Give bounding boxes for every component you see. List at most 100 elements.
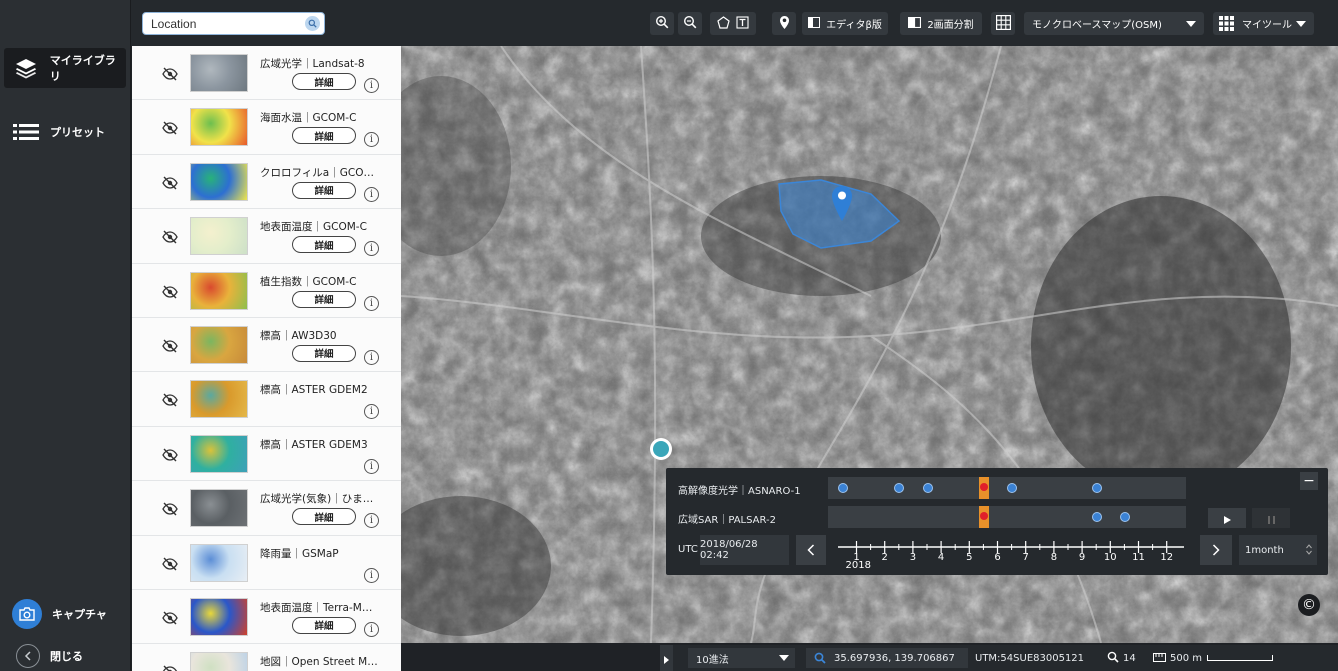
datetime-display[interactable]: 2018/06/28 02:42 <box>700 535 789 565</box>
observation-dot[interactable] <box>922 483 933 493</box>
my-tools-label: マイツール <box>1242 20 1292 31</box>
layer-item[interactable]: 広域光学｜Landsat-8 詳細 i <box>132 46 401 101</box>
eye-off-icon[interactable] <box>162 664 178 671</box>
selected-observation-dot <box>980 512 988 520</box>
detail-button[interactable]: 詳細 <box>292 73 356 90</box>
layer-item[interactable]: クロロフィルa｜GCOM-C 詳細 i <box>132 154 401 210</box>
grid-button[interactable] <box>991 12 1015 35</box>
detail-button[interactable]: 詳細 <box>292 181 356 199</box>
layer-item[interactable]: 地表面温度｜GCOM-C 詳細 i <box>132 209 401 264</box>
split-view-button[interactable]: 2画面分割 <box>900 12 982 35</box>
info-icon[interactable]: i <box>364 78 379 93</box>
capture-button[interactable]: キャプチャ <box>4 594 126 634</box>
layer-thumbnail <box>190 434 248 473</box>
eye-off-icon[interactable] <box>162 610 178 625</box>
scale-value: 500 m <box>1170 653 1203 664</box>
layer-item[interactable]: 広域光学(気象)｜ひまわり8号詳細 i <box>132 481 401 536</box>
month-tick-label: 10 <box>1104 552 1117 563</box>
layer-item[interactable]: 植生指数｜GCOM-C 詳細 i <box>132 263 401 318</box>
observation-dot[interactable] <box>1091 512 1102 522</box>
search-input[interactable] <box>143 13 293 35</box>
zoom-level-value: 14 <box>1123 653 1136 664</box>
timeline-prev-button[interactable] <box>796 535 826 565</box>
eye-off-icon[interactable] <box>162 284 178 299</box>
info-icon[interactable]: i <box>364 295 379 311</box>
copyright-icon[interactable]: © <box>1298 594 1320 616</box>
month-tick-label: 2 <box>882 552 888 563</box>
info-icon[interactable]: i <box>364 349 379 365</box>
info-icon[interactable]: i <box>364 186 379 202</box>
collapse-timeline-button[interactable]: − <box>1300 472 1318 490</box>
detail-button[interactable]: 詳細 <box>292 344 356 362</box>
layer-name: 植生指数｜GCOM-C <box>260 275 357 288</box>
detail-button[interactable]: 詳細 <box>292 290 356 308</box>
observation-dot[interactable] <box>1120 512 1130 522</box>
layer-item[interactable]: 標高｜ASTER GDEM3 i <box>132 426 401 482</box>
layer-item[interactable]: 標高｜AW3D30 詳細 i <box>132 317 401 373</box>
layer-thumbnail <box>190 162 248 201</box>
detail-button[interactable]: 詳細 <box>292 127 356 145</box>
detail-button[interactable]: 詳細 <box>292 236 356 254</box>
info-icon[interactable]: i <box>364 458 379 474</box>
zoom-out-button[interactable] <box>678 12 702 35</box>
detail-button[interactable]: 詳細 <box>292 508 356 526</box>
observation-dot[interactable] <box>1091 483 1102 493</box>
layer-name: 広域光学(気象)｜ひまわり8号 <box>260 493 378 506</box>
search-icon[interactable] <box>305 16 320 31</box>
layer-item[interactable]: 降雨量｜GSMaP i <box>132 535 401 590</box>
marker-button[interactable] <box>772 12 796 35</box>
layer-item[interactable]: 海面水温｜GCOM-C 詳細 i <box>132 100 401 155</box>
current-location-marker[interactable] <box>650 438 672 460</box>
observation-dot[interactable] <box>894 483 905 493</box>
layer-item[interactable]: 地表面温度｜Terra-MODIS 詳細 i <box>132 589 401 645</box>
selected-date-marker[interactable] <box>979 477 989 499</box>
zoom-in-button[interactable] <box>650 12 674 35</box>
selected-date-marker[interactable] <box>979 506 989 528</box>
coordinate-format-select[interactable]: 10進法 <box>688 648 795 668</box>
chevron-down-icon <box>1186 21 1196 27</box>
timeline-track[interactable] <box>828 506 1186 528</box>
play-button[interactable] <box>1208 508 1246 528</box>
eye-off-icon[interactable] <box>162 556 178 571</box>
side-expand-tab[interactable] <box>660 645 673 671</box>
layer-name: 標高｜AW3D30 <box>260 329 337 342</box>
coordinate-search-box[interactable]: 35.697936, 139.706867 <box>806 648 968 668</box>
timeline-axis[interactable]: 1 2 3 4 5 6 7 8 9 10 11 122018 <box>830 536 1190 574</box>
sidebar-item-preset[interactable]: プリセット <box>4 112 126 152</box>
observation-dot[interactable] <box>838 483 848 493</box>
timeline-track[interactable] <box>828 477 1186 499</box>
map-pin-icon[interactable] <box>831 185 853 223</box>
eye-off-icon[interactable] <box>162 501 178 516</box>
eye-off-icon[interactable] <box>162 120 178 135</box>
layer-thumbnail <box>190 325 248 364</box>
layer-item[interactable]: 地図｜Open Street Mapi <box>132 644 401 671</box>
info-icon[interactable]: i <box>364 404 379 420</box>
eye-off-icon[interactable] <box>162 447 178 462</box>
month-tick-label: 4 <box>938 552 944 563</box>
info-icon[interactable]: i <box>364 132 379 148</box>
info-icon[interactable]: i <box>364 567 379 583</box>
pause-button[interactable] <box>1252 508 1290 528</box>
eye-off-icon[interactable] <box>162 392 178 407</box>
chevron-left-icon <box>16 644 40 668</box>
timeline-next-button[interactable] <box>1200 535 1232 565</box>
layer-item[interactable]: 標高｜ASTER GDEM2 i <box>132 372 401 427</box>
observation-dot[interactable] <box>1007 483 1018 493</box>
eye-off-icon[interactable] <box>162 229 178 244</box>
interval-select[interactable]: 1month <box>1239 535 1317 565</box>
utc-label: UTC <box>678 544 698 555</box>
draw-tools-button[interactable] <box>710 12 756 35</box>
my-tools-dropdown[interactable]: マイツール <box>1213 12 1314 35</box>
layer-name: 標高｜ASTER GDEM2 <box>260 384 368 397</box>
info-icon[interactable]: i <box>364 241 379 257</box>
close-panel-button[interactable]: 閉じる <box>4 636 126 671</box>
info-icon[interactable]: i <box>364 513 379 529</box>
sidebar-item-my-library[interactable]: マイライブラリ <box>4 48 126 88</box>
detail-button[interactable]: 詳細 <box>292 616 356 634</box>
eye-off-icon[interactable] <box>162 175 178 190</box>
info-icon[interactable]: i <box>364 621 379 637</box>
eye-off-icon[interactable] <box>162 66 178 81</box>
eye-off-icon[interactable] <box>162 338 178 353</box>
editor-beta-button[interactable]: エディタβ版 <box>802 12 888 35</box>
basemap-select[interactable]: モノクロベースマップ(OSM) <box>1024 12 1204 35</box>
